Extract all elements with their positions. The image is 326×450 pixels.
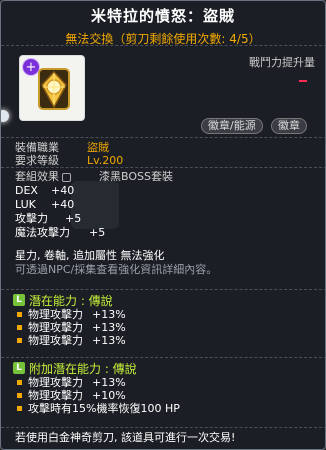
scissors-notice: 若使用白金神奇剪刀, 該道具可進行一次交易! (1, 427, 325, 449)
potential-name: 物理攻擊力 (28, 308, 83, 321)
potential-name: 物理攻擊力 (28, 376, 83, 389)
stat-row: 魔法攻擊力 +5 (1, 226, 325, 240)
bonus-potential-title: 附加潛在能力 : 傳說 (29, 361, 137, 376)
stat-value: +5 (89, 226, 106, 239)
potential-name: 物理攻擊力 (28, 389, 83, 402)
potential-value: +13% (92, 308, 126, 321)
bonus-potential-line: 攻擊時有15%機率恢復100 HP (1, 402, 325, 415)
item-overview: + 戰鬥力提升量 徽章/能源 徽章 (1, 45, 325, 137)
stat-value: +40 (51, 198, 75, 211)
potential-name: 物理攻擊力 (28, 321, 83, 334)
bullet-icon (17, 380, 22, 385)
tooltip-header: 米特拉的憤怒：盜賊 無法交換（剪刀剩餘使用次數: 4/5） (1, 1, 325, 46)
emblem-button[interactable]: 徽章 (271, 118, 307, 134)
requirement-label: 要求等級 (15, 154, 59, 167)
legendary-grade-icon: L (13, 294, 25, 306)
combat-power-dash (299, 80, 307, 82)
requirement-row: 要求等級 Lv.200 (1, 154, 325, 167)
potential-section: L 潛在能力 : 傳說 物理攻擊力 +13% 物理攻擊力 +13% 物理攻擊力 … (1, 289, 325, 357)
stat-value: +5 (65, 212, 82, 225)
set-effect-label: 套組效果 (15, 170, 59, 183)
bonus-potential-line: 物理攻擊力 +10% (1, 389, 325, 402)
bullet-icon (17, 325, 22, 330)
enhancement-note: 可透過NPC/採集查看強化資訊詳細內容。 (15, 263, 218, 276)
potential-header: L 潛在能力 : 傳說 (1, 292, 325, 308)
item-icon-frame: + (19, 55, 85, 121)
item-tooltip: 米特拉的憤怒：盜賊 無法交換（剪刀剩餘使用次數: 4/5） + 戰鬥力提升量 徽… (0, 0, 326, 450)
requirements: 裝備職業 盜賊 要求等級 Lv.200 (1, 137, 325, 167)
enhancement-info: 星力, 卷軸, 追加屬性 無法強化 可透過NPC/採集查看強化資訊詳細內容。 (1, 249, 325, 289)
potential-value: +13% (92, 376, 126, 389)
stat-label: 攻擊力 (15, 212, 48, 225)
emblem-icon (38, 68, 70, 110)
set-effect-value: 漆黑BOSS套裝 (99, 170, 173, 183)
potential-value: +10% (92, 389, 126, 402)
stat-label: 魔法攻擊力 (15, 226, 70, 239)
stat-row: DEX +40 (1, 184, 325, 198)
stat-label: DEX (15, 184, 38, 197)
emblem-energy-button[interactable]: 徽章/能源 (201, 118, 263, 134)
bonus-potential-section: L 附加潛在能力 : 傳說 物理攻擊力 +13% 物理攻擊力 +10% 攻擊時有… (1, 357, 325, 427)
stat-row: LUK +40 (1, 198, 325, 212)
bullet-icon (17, 312, 22, 317)
potential-name: 攻擊時有15%機率恢復100 HP (28, 402, 180, 415)
potential-name: 物理攻擊力 (28, 334, 83, 347)
requirement-label: 裝備職業 (15, 141, 59, 154)
potential-title: 潛在能力 : 傳說 (29, 293, 113, 308)
set-effect-row: 套組效果 漆黑BOSS套裝 (1, 170, 325, 184)
stat-value: +40 (51, 184, 75, 197)
potential-value: +13% (92, 321, 126, 334)
stat-row: 攻擊力 +5 (1, 212, 325, 226)
bonus-potential-line: 物理攻擊力 +13% (1, 376, 325, 389)
glow-orb-icon (1, 110, 9, 122)
bullet-icon (17, 406, 22, 411)
item-title: 米特拉的憤怒：盜賊 (90, 7, 235, 25)
bullet-icon (17, 393, 22, 398)
bullet-icon (17, 338, 22, 343)
enhancement-traits: 星力, 卷軸, 追加屬性 無法強化 (15, 249, 165, 262)
combat-power-label: 戰鬥力提升量 (249, 56, 315, 69)
potential-line: 物理攻擊力 +13% (1, 321, 325, 334)
bonus-potential-header: L 附加潛在能力 : 傳說 (1, 360, 325, 376)
lock-icon (62, 172, 71, 182)
requirement-value: Lv.200 (87, 154, 124, 167)
requirement-row: 裝備職業 盜賊 (1, 141, 325, 154)
potential-line: 物理攻擊力 +13% (1, 334, 325, 347)
legendary-grade-icon: L (13, 362, 25, 374)
stat-label: LUK (15, 198, 36, 211)
potential-line: 物理攻擊力 +13% (1, 308, 325, 321)
potential-value: +13% (92, 334, 126, 347)
requirement-value: 盜賊 (87, 141, 109, 154)
